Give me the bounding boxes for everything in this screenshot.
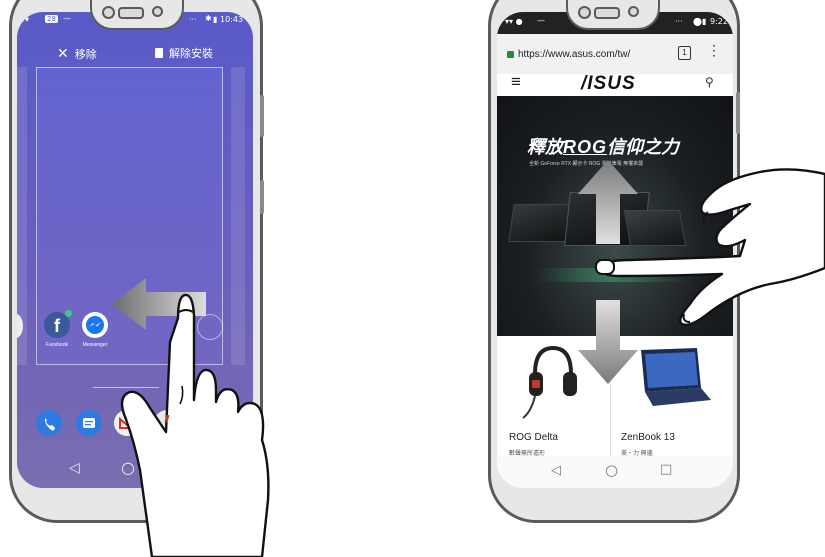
banner-title: 釋放ROG信仰之力 [527,137,680,157]
uninstall-label: 解除安裝 [169,48,213,60]
url-bar[interactable]: https://www.asus.com/tw/ [507,43,659,65]
status-time: 10:43 [220,15,244,24]
recents-icon[interactable]: □ [660,462,672,477]
zenbook-laptop-image [641,348,711,406]
bluetooth-icon: ✱ [205,14,212,23]
close-icon: ✕ [57,45,69,61]
battery-icon: ▮ [213,15,218,24]
browser-menu-icon[interactable]: ⋮ [707,42,721,59]
right-sensor-icon [628,6,639,17]
status-dash: — [537,16,545,25]
remove-button[interactable]: ✕ 移除 [57,45,97,62]
tab-count-button[interactable]: 1 [678,46,691,60]
remove-label: 移除 [74,48,97,61]
back-icon[interactable]: ◁ [69,460,80,476]
notification-count-badge: 28 [45,15,58,23]
back-icon[interactable]: ◁ [551,463,561,478]
rog-brand-text: ROG [563,137,608,157]
status-overflow-icon: ··· [189,15,197,24]
phone-app-icon[interactable] [36,410,62,436]
pointing-hand-icon [120,293,270,557]
swiping-hand-icon [595,168,825,326]
trash-icon [155,48,163,58]
facebook-label: Facebook [46,342,68,348]
battery-icon: ⬤▮ [693,17,707,26]
site-menu-icon[interactable]: ≡ [511,72,521,92]
right-camera-icon [578,6,591,19]
status-time: 9:22 [710,17,728,26]
asus-logo[interactable]: /ISUS [581,73,636,95]
facebook-icon: f [44,310,72,338]
left-speaker-icon [118,7,144,19]
left-phone-power-button [260,180,264,214]
product-name: ROG Delta [509,432,558,443]
status-overflow-icon: ··· [675,17,683,26]
left-sensor-icon [152,6,163,17]
uninstall-button[interactable]: 解除安裝 [155,45,213,61]
site-search-icon[interactable]: ⚲ [705,75,714,89]
lock-icon [507,50,514,58]
product-name: ZenBook 13 [621,432,675,443]
left-phone-volume-button [260,95,264,137]
wifi-icon: ▾▾ [21,15,30,24]
messages-app-icon[interactable] [76,410,102,436]
status-dash: — [63,14,71,23]
facebook-app[interactable]: f Facebook [41,310,73,348]
headset-image [522,345,577,419]
left-camera-icon [102,6,115,19]
home-icon[interactable]: ○ [605,461,618,479]
right-phone-volume-button [736,92,740,134]
wifi-icon: ▾▾ ● [505,17,523,26]
right-speaker-icon [594,7,620,19]
url-text: https://www.asus.com/tw/ [518,48,631,60]
